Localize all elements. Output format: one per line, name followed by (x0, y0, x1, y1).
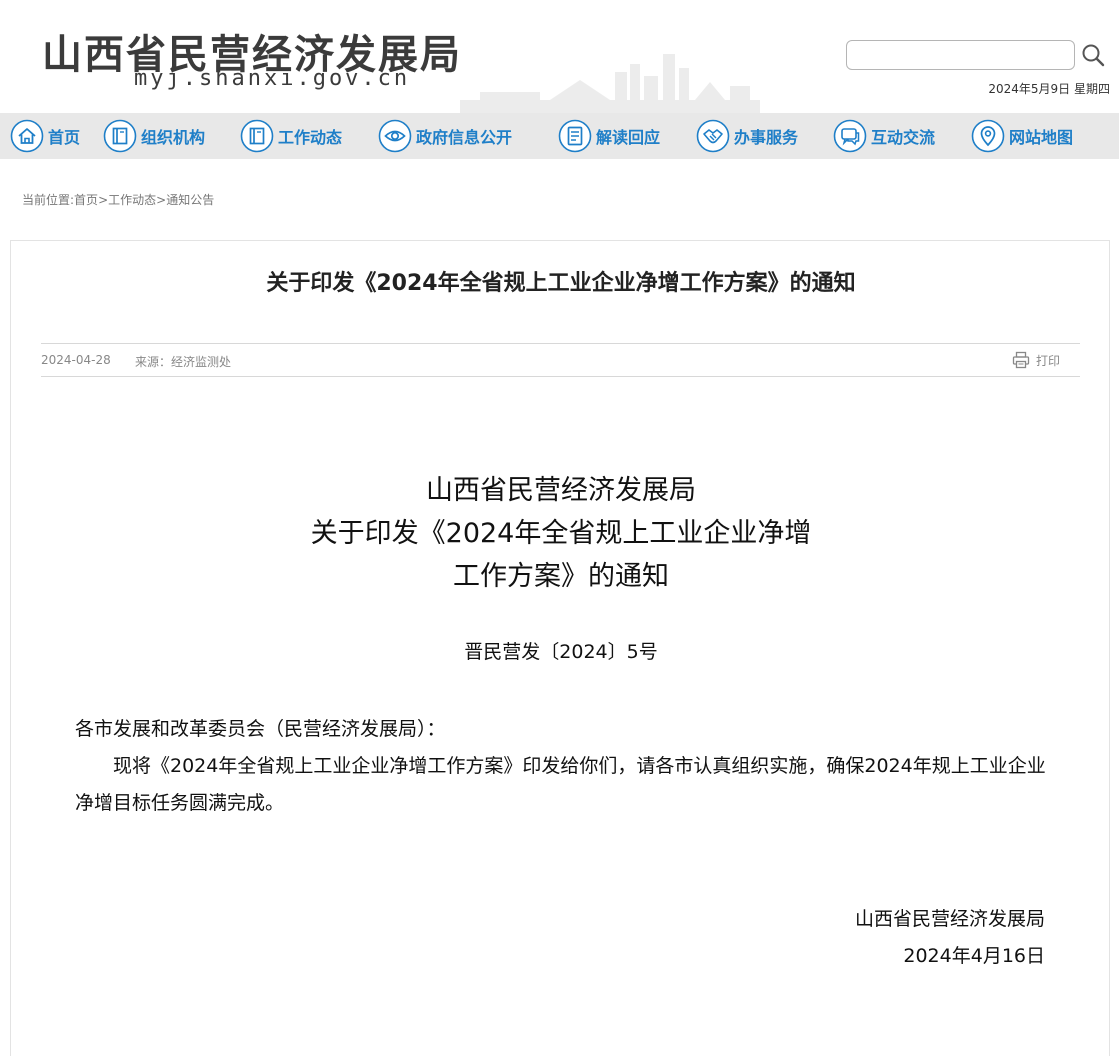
search-input[interactable] (846, 40, 1075, 70)
breadcrumb-work-news[interactable]: 工作动态 (108, 193, 156, 207)
nav-item-organization[interactable]: 组织机构 (103, 119, 205, 153)
breadcrumb-notices[interactable]: 通知公告 (166, 193, 214, 207)
document-heading-line: 山西省民营经济发展局 (426, 475, 696, 506)
nav-label-work-news: 工作动态 (278, 128, 343, 147)
book-icon (103, 119, 137, 153)
breadcrumb-separator: > (156, 193, 167, 207)
site-header: 山西省民营经济发展局 myj.shanxi.gov.cn 2024年5月9日 星… (0, 0, 1119, 113)
document-number: 晋民营发〔2024〕5号 (464, 641, 658, 663)
print-label: 打印 (1035, 353, 1060, 368)
article-title: 关于印发《2024年全省规上工业企业净增工作方案》的通知 (266, 271, 856, 296)
print-button[interactable]: 打印 (1012, 351, 1060, 369)
signature-date: 2024年4月16日 (903, 945, 1045, 967)
nav-item-sitemap[interactable]: 网站地图 (971, 119, 1073, 153)
site-url: myj.shanxi.gov.cn (134, 66, 411, 91)
breadcrumb-prefix: 当前位置: (22, 193, 75, 207)
book-icon (240, 119, 274, 153)
nav-label-organization: 组织机构 (141, 128, 206, 147)
main-nav: 首页 组织机构 工作动态 政府信息公开 解读回应 办事服务 互动交流 网站地图 (0, 113, 1119, 159)
nav-item-home[interactable]: 首页 (10, 119, 80, 153)
document-signature: 山西省民营经济发展局 2024年4月16日 (855, 901, 1045, 975)
nav-label-services: 办事服务 (734, 128, 799, 147)
document-icon (558, 119, 592, 153)
chat-icon (833, 119, 867, 153)
nav-label-interaction: 互动交流 (871, 128, 936, 147)
nav-item-gov-info[interactable]: 政府信息公开 (378, 119, 512, 153)
nav-item-interaction[interactable]: 互动交流 (833, 119, 935, 153)
document-heading-line: 工作方案》的通知 (453, 561, 669, 592)
eye-icon (378, 119, 412, 153)
nav-label-interpretation: 解读回应 (596, 128, 661, 147)
search-icon[interactable] (1080, 42, 1106, 68)
nav-label-gov-info: 政府信息公开 (416, 128, 513, 147)
current-date: 2024年5月9日 星期四 (988, 82, 1110, 96)
publish-date: 2024-04-28 (41, 353, 111, 367)
article-source: 来源：经济监测处 (135, 355, 232, 369)
breadcrumb-separator: > (98, 193, 109, 207)
document-paragraph: 现将《2024年全省规上工业企业净增工作方案》印发给你们，请各市认真组织实施，确… (75, 755, 1046, 814)
breadcrumb: 当前位置:首页>工作动态>通知公告 (22, 191, 214, 208)
document-heading-line: 关于印发《2024年全省规上工业企业净增 (310, 518, 812, 549)
signature-organization: 山西省民营经济发展局 (854, 908, 1045, 930)
map-pin-icon (971, 119, 1005, 153)
home-icon (10, 119, 44, 153)
article-meta-bar: 2024-04-28 来源：经济监测处 打印 (41, 343, 1080, 377)
nav-item-interpretation[interactable]: 解读回应 (558, 119, 660, 153)
document-salutation: 各市发展和改革委员会（民营经济发展局）： (75, 718, 446, 740)
document-heading: 山西省民营经济发展局 关于印发《2024年全省规上工业企业净增 工作方案》的通知 (11, 469, 1111, 598)
city-skyline-decoration (460, 54, 760, 113)
nav-label-home: 首页 (48, 128, 81, 147)
breadcrumb-home[interactable]: 首页 (74, 193, 98, 207)
printer-icon (1012, 351, 1030, 369)
article-card: 关于印发《2024年全省规上工业企业净增工作方案》的通知 2024-04-28 … (10, 240, 1110, 1056)
handshake-icon (696, 119, 730, 153)
nav-item-work-news[interactable]: 工作动态 (240, 119, 342, 153)
nav-item-services[interactable]: 办事服务 (696, 119, 798, 153)
document-body: 各市发展和改革委员会（民营经济发展局）： 现将《2024年全省规上工业企业净增工… (75, 711, 1050, 822)
nav-label-sitemap: 网站地图 (1009, 128, 1074, 147)
